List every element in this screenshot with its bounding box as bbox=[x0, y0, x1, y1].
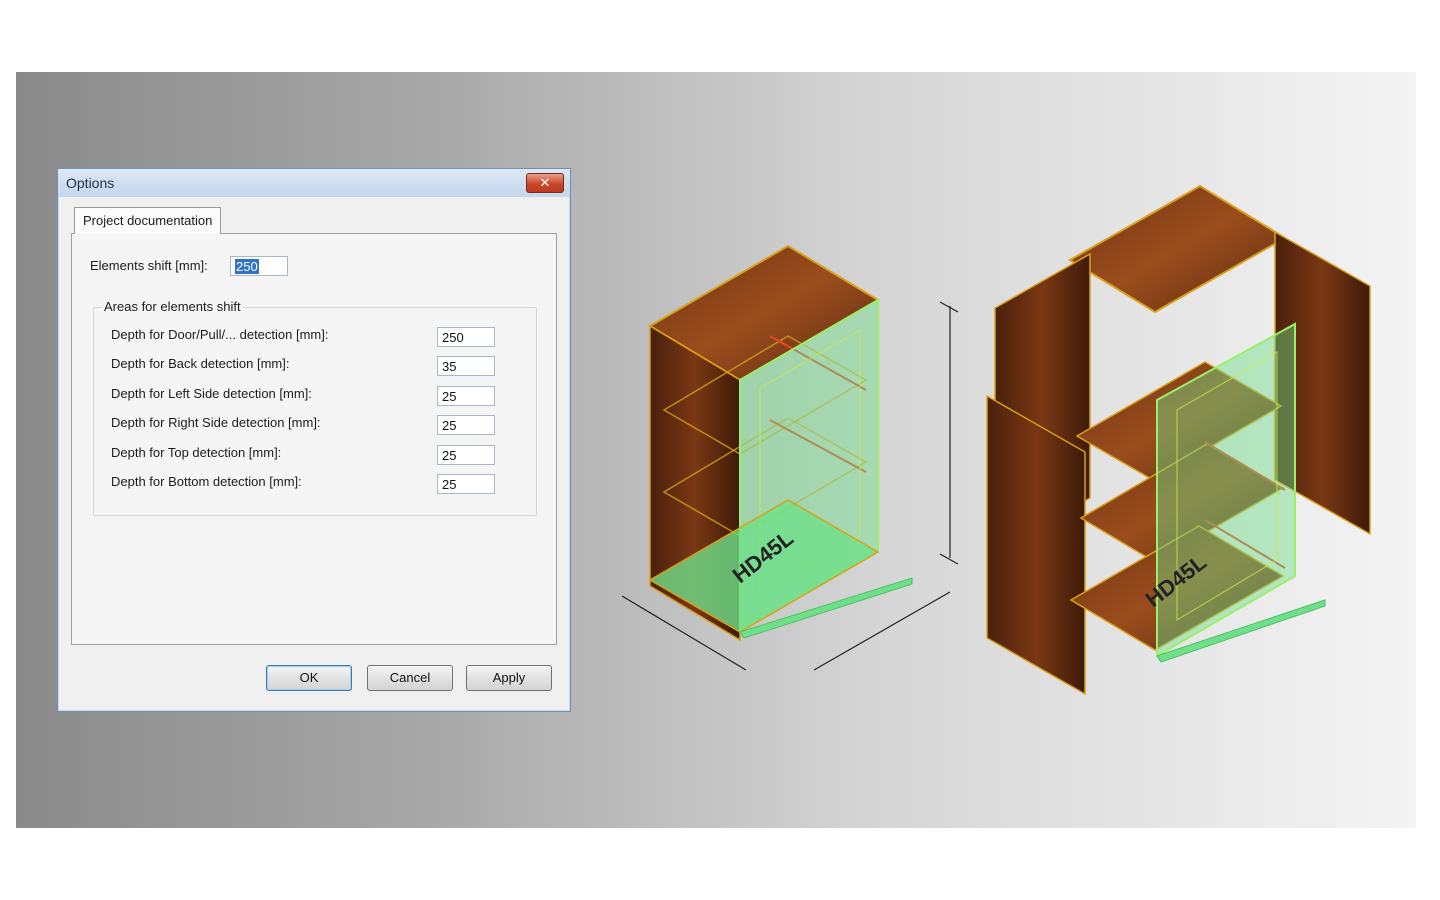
ok-button[interactable]: OK bbox=[266, 665, 352, 691]
areas-groupbox: Areas for elements shift Depth for Door/… bbox=[93, 299, 537, 516]
left-side-depth-label: Depth for Left Side detection [mm]: bbox=[111, 386, 312, 401]
back-depth-input[interactable]: 35 bbox=[437, 356, 495, 376]
cabinet-render: HD45L bbox=[621, 244, 959, 671]
top-depth-input[interactable]: 25 bbox=[437, 445, 495, 465]
exploded-render: HD45L bbox=[986, 184, 1371, 696]
tab-project-documentation[interactable]: Project documentation bbox=[74, 207, 222, 234]
back-depth-label: Depth for Back detection [mm]: bbox=[111, 356, 290, 371]
door-pull-depth-input[interactable]: 250 bbox=[437, 327, 495, 347]
dialog-titlebar[interactable]: Options ✕ bbox=[58, 169, 570, 197]
right-side-depth-label: Depth for Right Side detection [mm]: bbox=[111, 415, 321, 430]
tab-panel: Elements shift [mm]: 250 Areas for eleme… bbox=[71, 233, 557, 645]
elements-shift-input[interactable]: 250 bbox=[230, 256, 288, 276]
areas-group-title: Areas for elements shift bbox=[102, 299, 243, 314]
close-icon: ✕ bbox=[539, 175, 551, 190]
cancel-button[interactable]: Cancel bbox=[367, 665, 453, 691]
left-side-depth-input[interactable]: 25 bbox=[437, 386, 495, 406]
elements-shift-label: Elements shift [mm]: bbox=[90, 258, 208, 273]
elements-shift-value: 250 bbox=[235, 259, 259, 274]
apply-button[interactable]: Apply bbox=[466, 665, 552, 691]
bottom-depth-label: Depth for Bottom detection [mm]: bbox=[111, 474, 302, 489]
right-side-depth-input[interactable]: 25 bbox=[437, 415, 495, 435]
top-depth-label: Depth for Top detection [mm]: bbox=[111, 445, 282, 460]
dialog-title: Options bbox=[66, 175, 115, 191]
bottom-depth-input[interactable]: 25 bbox=[437, 474, 495, 494]
door-pull-depth-label: Depth for Door/Pull/... detection [mm]: bbox=[111, 327, 329, 342]
close-button[interactable]: ✕ bbox=[526, 173, 564, 193]
options-dialog: Options ✕ Project documentation Elements… bbox=[57, 168, 571, 712]
